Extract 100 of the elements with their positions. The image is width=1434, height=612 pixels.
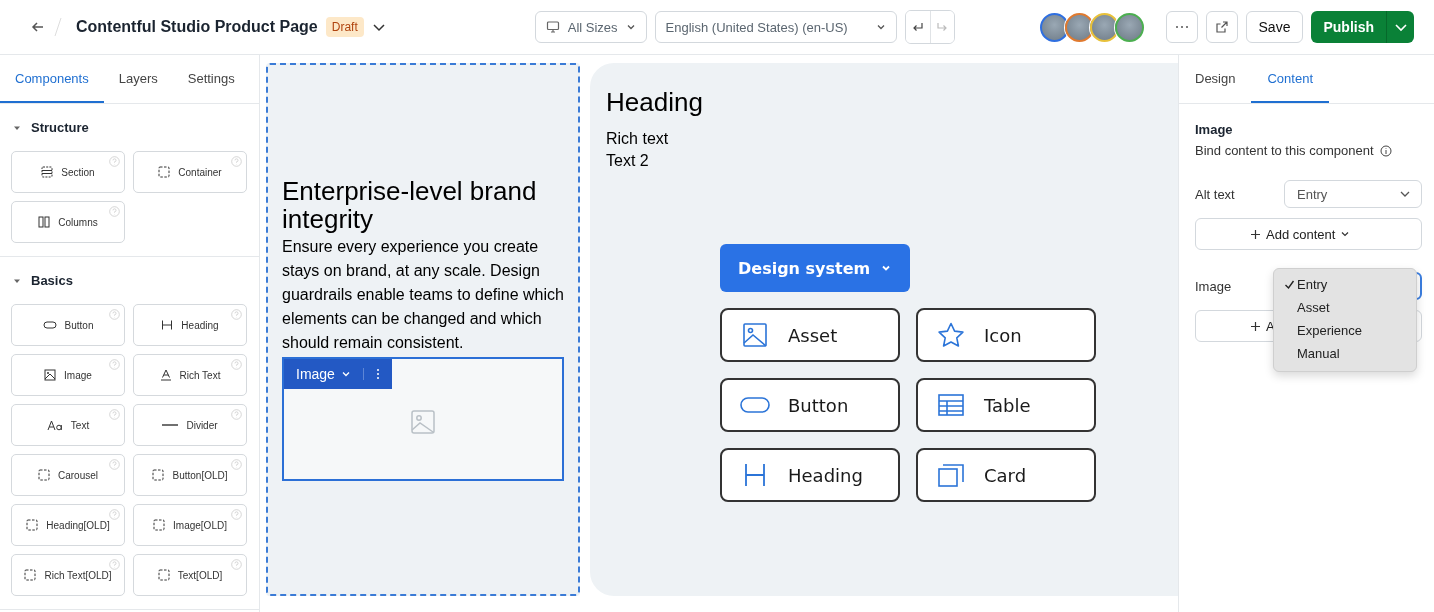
help-icon[interactable] (231, 409, 242, 420)
tile-label: Heading (788, 464, 863, 486)
help-icon[interactable] (109, 309, 120, 320)
help-icon[interactable] (231, 156, 242, 167)
panel-tab[interactable]: Layers (103, 55, 173, 103)
tile-label: Image[OLD] (173, 519, 227, 531)
help-icon[interactable] (231, 309, 242, 320)
chevron-down-icon (625, 22, 636, 32)
more-dots-icon (1174, 25, 1189, 29)
help-icon[interactable] (231, 559, 242, 570)
tile-label: Icon (984, 324, 1022, 346)
component-tile[interactable]: Columns (11, 201, 125, 243)
tile-label: Text (70, 419, 90, 431)
field-label: Image (1195, 278, 1232, 294)
source-select[interactable]: Entry (1284, 180, 1422, 208)
image-icon (411, 410, 435, 434)
tile-label: Rich Text[OLD] (44, 569, 112, 581)
section-card[interactable] (266, 63, 580, 596)
component-tile[interactable]: Divider (133, 404, 247, 446)
image-placeholder[interactable]: Image (282, 357, 564, 481)
menu-option[interactable]: Asset (1274, 296, 1416, 319)
component-tile[interactable]: Button (11, 304, 125, 346)
component-tile[interactable]: Button[OLD] (133, 454, 247, 496)
component-tile[interactable]: Text (11, 404, 125, 446)
help-icon[interactable] (109, 359, 120, 370)
plus-icon (1250, 228, 1261, 240)
external-link-button[interactable] (1205, 11, 1238, 43)
tile-label: Image (64, 369, 92, 381)
component-tile[interactable]: Section (11, 151, 125, 193)
divider-icon (162, 423, 179, 427)
component-tile[interactable]: Container (133, 151, 247, 193)
avatar[interactable] (1114, 12, 1144, 42)
paragraph-text: Text 2 (606, 151, 650, 171)
component-type-button[interactable]: Image (296, 366, 351, 382)
tile-label: Button[OLD] (172, 469, 228, 481)
publish-button[interactable]: Publish (1311, 11, 1386, 43)
description-text: Bind content to this component (1195, 143, 1374, 158)
component-tile[interactable]: Rich Text[OLD] (11, 554, 125, 596)
monitor-icon (545, 20, 560, 34)
avatar[interactable] (1039, 12, 1069, 42)
panel-tab[interactable]: Content (1251, 55, 1329, 103)
group-title: Structure (31, 120, 89, 135)
component-tile[interactable]: Carousel (11, 454, 125, 496)
help-icon[interactable] (109, 559, 120, 570)
menu-option[interactable]: Manual (1274, 342, 1416, 365)
menu-option[interactable]: Entry (1274, 273, 1416, 296)
star-icon (936, 322, 966, 348)
help-icon[interactable] (109, 409, 120, 420)
component-tile[interactable]: Text[OLD] (133, 554, 247, 596)
tile-label: Text[OLD] (177, 569, 223, 581)
component-tile[interactable]: Image (11, 354, 125, 396)
help-icon[interactable] (231, 359, 242, 370)
group-title: Basics (31, 273, 73, 288)
tile-label: Heading[OLD] (46, 519, 110, 531)
panel-tab[interactable]: Design (1179, 55, 1252, 103)
publish-menu-button[interactable] (1386, 11, 1414, 43)
design-system-button: Design system (720, 244, 911, 292)
dashed-square-icon (153, 519, 166, 531)
chevron-down-icon (875, 22, 886, 32)
tile-label: Section (61, 166, 95, 178)
tile-label: Card (984, 464, 1027, 486)
columns-icon (38, 216, 51, 228)
component-tile[interactable]: Heading (133, 304, 247, 346)
viewport-select[interactable]: All Sizes (534, 11, 647, 43)
more-button[interactable] (1165, 11, 1198, 43)
help-icon[interactable] (109, 459, 120, 470)
section-card[interactable]: Heading Rich text Text 2 Design system Asset Icon Button Table Heading Card (590, 63, 1178, 596)
add-content-button[interactable]: Add content (1195, 218, 1422, 250)
heading-text: Heading (606, 87, 704, 118)
locale-select[interactable]: English (United States) (en-US) (654, 11, 897, 43)
pill-icon (42, 320, 57, 330)
heading-text: Enterprise-level brand integrity (282, 177, 538, 233)
dashed-square-icon (158, 166, 171, 178)
body-text: Ensure every experience you create stays on brand, at any scale. Design guardrails enable teams to define which elements can be changed and which should remain consistent. (282, 237, 564, 353)
component-tile[interactable]: Rich Text (133, 354, 247, 396)
panel-tab[interactable]: Settings (172, 55, 250, 103)
help-icon[interactable] (109, 156, 120, 167)
save-button[interactable]: Save (1245, 11, 1304, 43)
dashed-square-icon (26, 519, 39, 531)
section-icon (41, 166, 54, 178)
help-icon[interactable] (109, 509, 120, 520)
help-icon[interactable] (109, 206, 120, 217)
info-icon[interactable] (1379, 144, 1392, 157)
table-icon (936, 394, 966, 416)
rich-text-icon (159, 369, 172, 381)
panel-tab[interactable]: Components (0, 55, 104, 103)
avatar[interactable] (1089, 12, 1119, 42)
breadcrumb-separator-icon (54, 17, 62, 37)
avatar[interactable] (1064, 12, 1094, 42)
menu-option[interactable]: Experience (1274, 319, 1416, 342)
help-icon[interactable] (231, 509, 242, 520)
kebab-menu-icon[interactable] (375, 368, 380, 380)
chevron-down-icon (1340, 229, 1351, 239)
tile-label: Table (984, 394, 1031, 416)
help-icon[interactable] (231, 459, 242, 470)
page-title: Contentful Studio Product Page (76, 18, 318, 36)
dashed-square-icon (152, 469, 165, 481)
component-tile[interactable]: Heading[OLD] (11, 504, 125, 546)
component-tile[interactable]: Image[OLD] (133, 504, 247, 546)
tile-label: Asset (788, 324, 838, 346)
